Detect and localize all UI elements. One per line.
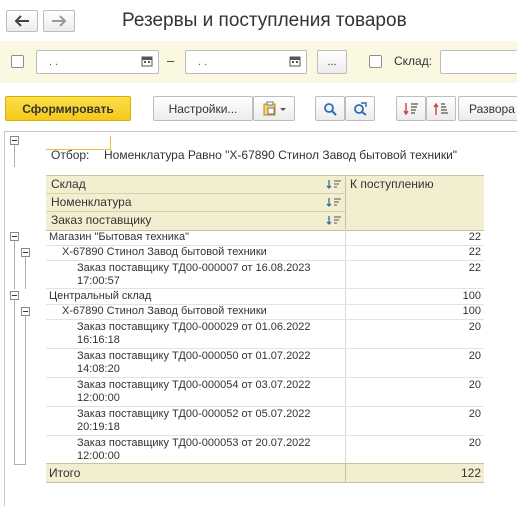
header-row-line [46,193,345,194]
back-button[interactable] [6,10,38,32]
calendar-icon[interactable] [289,55,301,67]
row-value: 20 [468,408,481,420]
total-value: 122 [460,466,481,480]
select-period-label: ... [327,56,337,68]
period-dash: – [167,53,175,68]
settings-label: Настройки... [168,101,238,116]
row-label: Магазин "Бытовая техника" [49,231,189,243]
row-value: 100 [462,305,481,317]
search-button[interactable] [315,96,345,121]
table-row[interactable]: Заказ поставщику ТД00-000029 от 01.06.20… [46,319,484,349]
sort-indicator-icon[interactable] [326,197,342,208]
row-label: Заказ поставщику ТД00-000050 от 01.07.20… [77,350,311,362]
row-label: Заказ поставщику ТД00-000052 от 05.07.20… [77,408,311,420]
header-divider [345,175,346,230]
header-supplier-order: Заказ поставщику [51,213,152,227]
tree-line [14,464,26,465]
row-value: 20 [468,350,481,362]
row-value: 20 [468,379,481,391]
table-row[interactable]: Центральный склад 100 [46,288,484,305]
table-row[interactable]: X-67890 Стинол Завод бытовой техники 100 [46,304,484,320]
row-value: 20 [468,437,481,449]
row-label: Заказ поставщику ТД00-000053 от 20.07.20… [77,437,311,449]
sort-indicator-icon[interactable] [326,215,342,226]
period-end-value: . . [198,56,208,68]
row-label: X-67890 Стинол Завод бытовой техники [62,246,267,258]
header-row-line [46,211,345,212]
period-start-value: . . [49,56,59,68]
search-icon [324,102,337,116]
row-time: 12:00:00 [77,392,120,404]
row-label: Центральный склад [49,290,152,302]
row-label: X-67890 Стинол Завод бытовой техники [62,305,267,317]
group-toggle[interactable] [10,291,19,300]
header-warehouse: Склад [51,177,86,191]
expand-button[interactable]: Развора [458,96,517,121]
settings-button[interactable]: Настройки... [153,96,253,121]
arrow-left-icon [14,15,29,27]
table-row[interactable]: Заказ поставщику ТД00-000007 от 16.08.20… [46,260,484,289]
generate-label: Сформировать [22,101,114,116]
row-value: 20 [468,321,481,333]
row-label: Заказ поставщику ТД00-000007 от 16.08.20… [77,262,311,274]
filter-value: Номенклатура Равно "X-67890 Стинол Завод… [104,148,458,162]
table-row[interactable]: Заказ поставщику ТД00-000052 от 05.07.20… [46,406,484,436]
tree-line [14,299,15,465]
sort-indicator-icon[interactable] [326,179,342,190]
row-value: 22 [468,231,481,243]
row-time: 20:19:18 [77,421,120,433]
row-time: 16:16:18 [77,334,120,346]
search-reset-icon [354,101,367,116]
filter-collapse-toggle[interactable] [10,136,19,145]
sort-ascending-button[interactable] [426,96,456,121]
warehouse-label: Склад: [394,54,433,68]
window-title: Резервы и поступления товаров [122,10,407,31]
group-toggle[interactable] [21,248,30,257]
sort-descending-icon [403,102,418,115]
group-toggle[interactable] [21,307,30,316]
tree-line [14,240,15,289]
row-value: 22 [468,262,481,274]
generate-button[interactable]: Сформировать [5,96,131,121]
row-time: 17:00:57 [77,275,120,287]
expand-label: Развора [469,101,515,116]
row-time: 14:08:20 [77,363,120,375]
calendar-icon[interactable] [141,55,153,67]
row-label: Заказ поставщику ТД00-000029 от 01.06.20… [77,321,311,333]
row-value: 22 [468,246,481,258]
tree-line [14,145,15,167]
total-divider [345,464,346,482]
tree-line [25,316,26,465]
table-row[interactable]: Заказ поставщику ТД00-000053 от 20.07.20… [46,435,484,463]
table-row[interactable]: Магазин "Бытовая техника" 22 [46,229,484,246]
row-label: Заказ поставщику ТД00-000054 от 03.07.20… [77,379,311,391]
table-row[interactable]: X-67890 Стинол Завод бытовой техники 22 [46,245,484,261]
search-clear-button[interactable] [345,96,375,121]
tree-line [25,257,26,289]
warehouse-checkbox[interactable] [369,55,382,68]
variants-button[interactable] [253,96,295,121]
period-checkbox[interactable] [11,55,24,68]
row-value: 100 [462,290,481,302]
arrow-right-icon [52,15,67,27]
group-toggle[interactable] [10,232,19,241]
header-nomenclature: Номенклатура [51,195,132,209]
table-row[interactable]: Заказ поставщику ТД00-000054 от 03.07.20… [46,377,484,407]
total-label: Итого [49,466,81,480]
sort-descending-button[interactable] [396,96,426,121]
select-period-button[interactable]: ... [317,50,347,74]
report-variant-icon [263,101,286,115]
row-time: 12:00:00 [77,450,120,462]
header-incoming: К поступлению [350,177,434,191]
table-row[interactable]: Заказ поставщику ТД00-000050 от 01.07.20… [46,348,484,378]
warehouse-input[interactable] [440,50,517,74]
sort-ascending-icon [433,102,448,115]
total-row: Итого 122 [46,463,484,483]
filter-label: Отбор: [51,148,90,162]
forward-button[interactable] [43,10,75,32]
